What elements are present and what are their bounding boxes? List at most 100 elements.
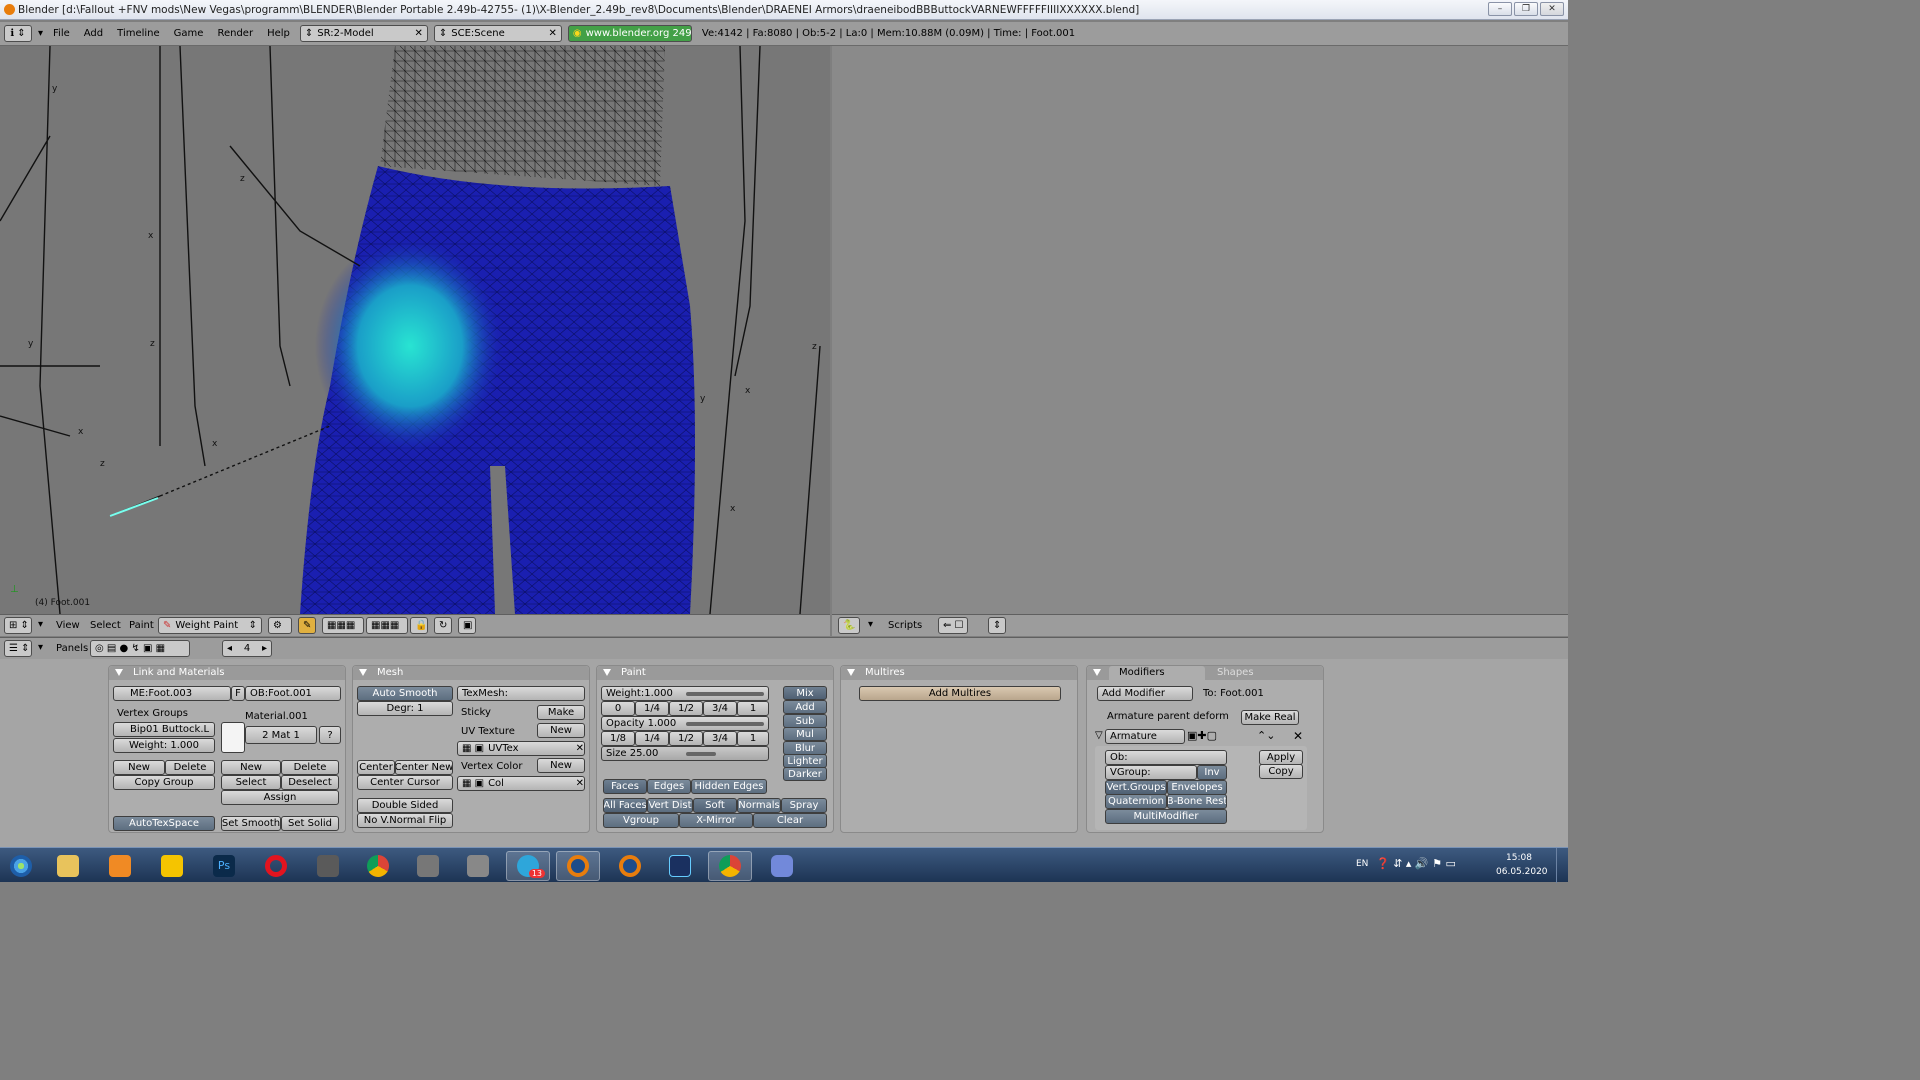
layers-block-2[interactable]: ▦▦▦ [366, 617, 408, 634]
menu-view[interactable]: View [56, 620, 80, 631]
mode-sub[interactable]: Sub [783, 714, 827, 728]
mesh-name-field[interactable]: ME:Foot.003 [113, 686, 231, 701]
auto-smooth-toggle[interactable]: Auto Smooth [357, 686, 453, 701]
mode-darker[interactable]: Darker [783, 767, 827, 781]
taskbar-app-3[interactable] [406, 851, 450, 881]
clock-date[interactable]: 06.05.2020 [1496, 867, 1548, 877]
size-slider[interactable]: Size 25.00 [601, 746, 769, 761]
modifier-display-icons[interactable]: ▣✚▢ [1187, 729, 1217, 742]
double-sided-toggle[interactable]: Double Sided [357, 798, 453, 813]
inv-toggle[interactable]: Inv [1197, 765, 1227, 780]
weight-field[interactable]: Weight: 1.000 [113, 738, 215, 753]
opacity-preset-half[interactable]: 1/2 [669, 731, 703, 746]
menu-render[interactable]: Render [213, 28, 257, 39]
collapse-triangle-icon[interactable] [847, 669, 855, 676]
vgroup-toggle[interactable]: Vgroup [603, 813, 679, 828]
menu-add[interactable]: Add [80, 28, 107, 39]
material-deselect-button[interactable]: Deselect [281, 775, 339, 790]
make-real-button[interactable]: Make Real [1241, 710, 1299, 725]
center-new-button[interactable]: Center New [395, 760, 453, 775]
lock-icon[interactable]: 🔒 [410, 617, 428, 634]
vgroup-field[interactable]: VGroup: [1105, 765, 1197, 780]
add-modifier-button[interactable]: Add Modifier [1097, 686, 1193, 701]
material-color-swatch[interactable] [221, 722, 245, 753]
collapse-icon[interactable]: ▾ [38, 28, 43, 39]
render-icon[interactable]: ▣ [458, 617, 476, 634]
scripts-editor-icon[interactable]: 🐍 [838, 617, 860, 634]
vertex-color-new-button[interactable]: New [537, 758, 585, 773]
multimodifier-toggle[interactable]: MultiModifier [1105, 809, 1227, 824]
maximize-button[interactable]: ❐ [1514, 2, 1538, 16]
info-icon[interactable]: ℹ ⇕ [4, 25, 32, 42]
taskbar-explorer[interactable] [46, 851, 90, 881]
object-name-field[interactable]: OB:Foot.001 [245, 686, 341, 701]
minimize-button[interactable]: – [1488, 2, 1512, 16]
tab-modifiers[interactable]: Modifiers [1109, 666, 1205, 680]
taskbar-chrome-2[interactable] [708, 851, 752, 881]
hidden-edges-toggle[interactable]: Hidden Edges [691, 779, 767, 794]
close-button[interactable]: ✕ [1540, 2, 1564, 16]
3d-viewport[interactable]: y y z z x x x x x y z z ⊥ (4) Foot.001 [0, 46, 830, 614]
taskbar-media-player[interactable] [98, 851, 142, 881]
editor-type-icon[interactable]: ⊞ ⇕ [4, 617, 32, 634]
menu-select[interactable]: Select [90, 620, 121, 631]
weight-preset-1[interactable]: 1 [737, 701, 769, 716]
empty-area[interactable] [832, 46, 1568, 614]
material-delete-button[interactable]: Delete [281, 760, 339, 775]
quaternion-toggle[interactable]: Quaternion [1105, 794, 1167, 809]
clock-time[interactable]: 15:08 [1506, 853, 1532, 863]
menu-paint[interactable]: Paint [129, 620, 154, 631]
degr-field[interactable]: Degr: 1 [357, 701, 453, 716]
language-indicator[interactable]: EN [1356, 859, 1368, 869]
taskbar-opera[interactable] [254, 851, 298, 881]
weight-preset-half[interactable]: 1/2 [669, 701, 703, 716]
paint-mask-toggle[interactable]: ✎ [298, 617, 316, 634]
weight-preset-quarter[interactable]: 1/4 [635, 701, 669, 716]
collapse-triangle-icon[interactable] [359, 669, 367, 676]
opacity-preset-quarter[interactable]: 1/4 [635, 731, 669, 746]
collapse-triangle-icon[interactable] [1093, 669, 1101, 676]
uvtex-layer[interactable]: ▦ ▣ UVTex ✕ [457, 741, 585, 756]
remove-modifier-icon[interactable]: ✕ [1293, 729, 1303, 743]
taskbar-app-5[interactable] [658, 851, 702, 881]
clear-button[interactable]: Clear [753, 813, 827, 828]
website-badge[interactable]: ◉ www.blender.org 249.2 [567, 25, 692, 42]
weight-slider[interactable]: Weight:1.000 [601, 686, 769, 701]
taskbar-discord[interactable] [760, 851, 804, 881]
set-smooth-button[interactable]: Set Smooth [221, 816, 281, 831]
vgroup-delete-button[interactable]: Delete [165, 760, 215, 775]
center-button[interactable]: Center [357, 760, 395, 775]
soft-toggle[interactable]: Soft [693, 798, 737, 813]
menu-timeline[interactable]: Timeline [113, 28, 164, 39]
edges-toggle[interactable]: Edges [647, 779, 691, 794]
vgroup-new-button[interactable]: New [113, 760, 165, 775]
bbone-rest-toggle[interactable]: B-Bone Rest [1167, 794, 1227, 809]
taskbar-blender-2[interactable] [608, 851, 652, 881]
start-button[interactable] [0, 851, 42, 881]
vert-dist-toggle[interactable]: Vert Dist [647, 798, 693, 813]
opacity-preset-1[interactable]: 1 [737, 731, 769, 746]
autotexspace-toggle[interactable]: AutoTexSpace [113, 816, 215, 831]
mode-mul[interactable]: Mul [783, 727, 827, 741]
vertex-group-selector[interactable]: Bip01 Buttock.L [113, 722, 215, 737]
material-select-button[interactable]: Select [221, 775, 281, 790]
all-faces-toggle[interactable]: All Faces [603, 798, 647, 813]
mode-add[interactable]: Add [783, 700, 827, 714]
buttons-editor-icon[interactable]: ☰ ⇕ [4, 640, 32, 657]
menu-help[interactable]: Help [263, 28, 294, 39]
collapse-icon[interactable]: ▾ [38, 619, 43, 630]
collapse-triangle-icon[interactable] [603, 669, 611, 676]
layers-block-1[interactable]: ▦▦▦ [322, 617, 364, 634]
fake-user-button[interactable]: F [231, 686, 245, 701]
mode-lighter[interactable]: Lighter [783, 754, 827, 768]
back-icon[interactable]: ⇐ ☐ [938, 617, 968, 634]
material-index-field[interactable]: 2 Mat 1 [245, 726, 317, 744]
mode-selector[interactable]: ✎ Weight Paint ⇕ [158, 617, 262, 634]
texmesh-field[interactable]: TexMesh: [457, 686, 585, 701]
frame-field[interactable]: ◂ 4 ▸ [222, 640, 272, 657]
script-menu-icon[interactable]: ⇕ [988, 617, 1006, 634]
opacity-preset-threequarter[interactable]: 3/4 [703, 731, 737, 746]
normals-toggle[interactable]: Normals [737, 798, 781, 813]
collapse-icon[interactable]: ▾ [868, 619, 873, 630]
copy-group-button[interactable]: Copy Group [113, 775, 215, 790]
